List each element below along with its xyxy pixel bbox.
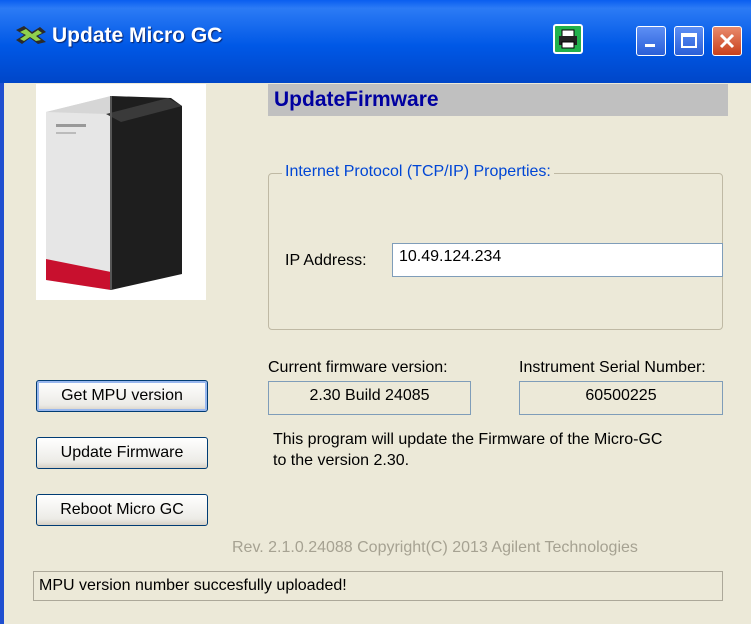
window-border	[0, 83, 4, 624]
firmware-version-label: Current firmware version:	[268, 359, 448, 376]
get-mpu-version-button[interactable]: Get MPU version	[36, 380, 208, 412]
maximize-button[interactable]	[674, 26, 704, 56]
serial-number-label: Instrument Serial Number:	[519, 359, 706, 376]
ip-address-label: IP Address:	[285, 252, 367, 269]
window-title: Update Micro GC	[52, 24, 223, 47]
reboot-micro-gc-button[interactable]: Reboot Micro GC	[36, 494, 208, 526]
copyright-text: Rev. 2.1.0.24088 Copyright(C) 2013 Agile…	[232, 539, 638, 556]
page-title: UpdateFirmware	[274, 88, 439, 111]
ip-address-field[interactable]: 10.49.124.234	[392, 243, 723, 277]
minimize-button[interactable]	[636, 26, 666, 56]
app-icon	[16, 26, 46, 44]
status-bar: MPU version number succesfully uploaded!	[33, 571, 723, 601]
firmware-version-value: 2.30 Build 24085	[268, 381, 471, 415]
minimize-icon	[645, 44, 655, 47]
title-bar[interactable]: Update Micro GC	[0, 0, 751, 83]
instrument-image	[36, 84, 206, 300]
close-button[interactable]	[712, 26, 742, 56]
tcpip-legend: Internet Protocol (TCP/IP) Properties:	[282, 163, 554, 181]
update-firmware-button[interactable]: Update Firmware	[36, 437, 208, 469]
update-message-line1: This program will update the Firmware of…	[273, 431, 663, 448]
serial-number-value: 60500225	[519, 381, 723, 415]
maximize-icon	[681, 33, 697, 48]
print-icon	[559, 29, 577, 49]
print-button[interactable]	[553, 24, 583, 54]
update-message-line2: to the version 2.30.	[273, 452, 410, 469]
close-icon	[719, 33, 735, 49]
